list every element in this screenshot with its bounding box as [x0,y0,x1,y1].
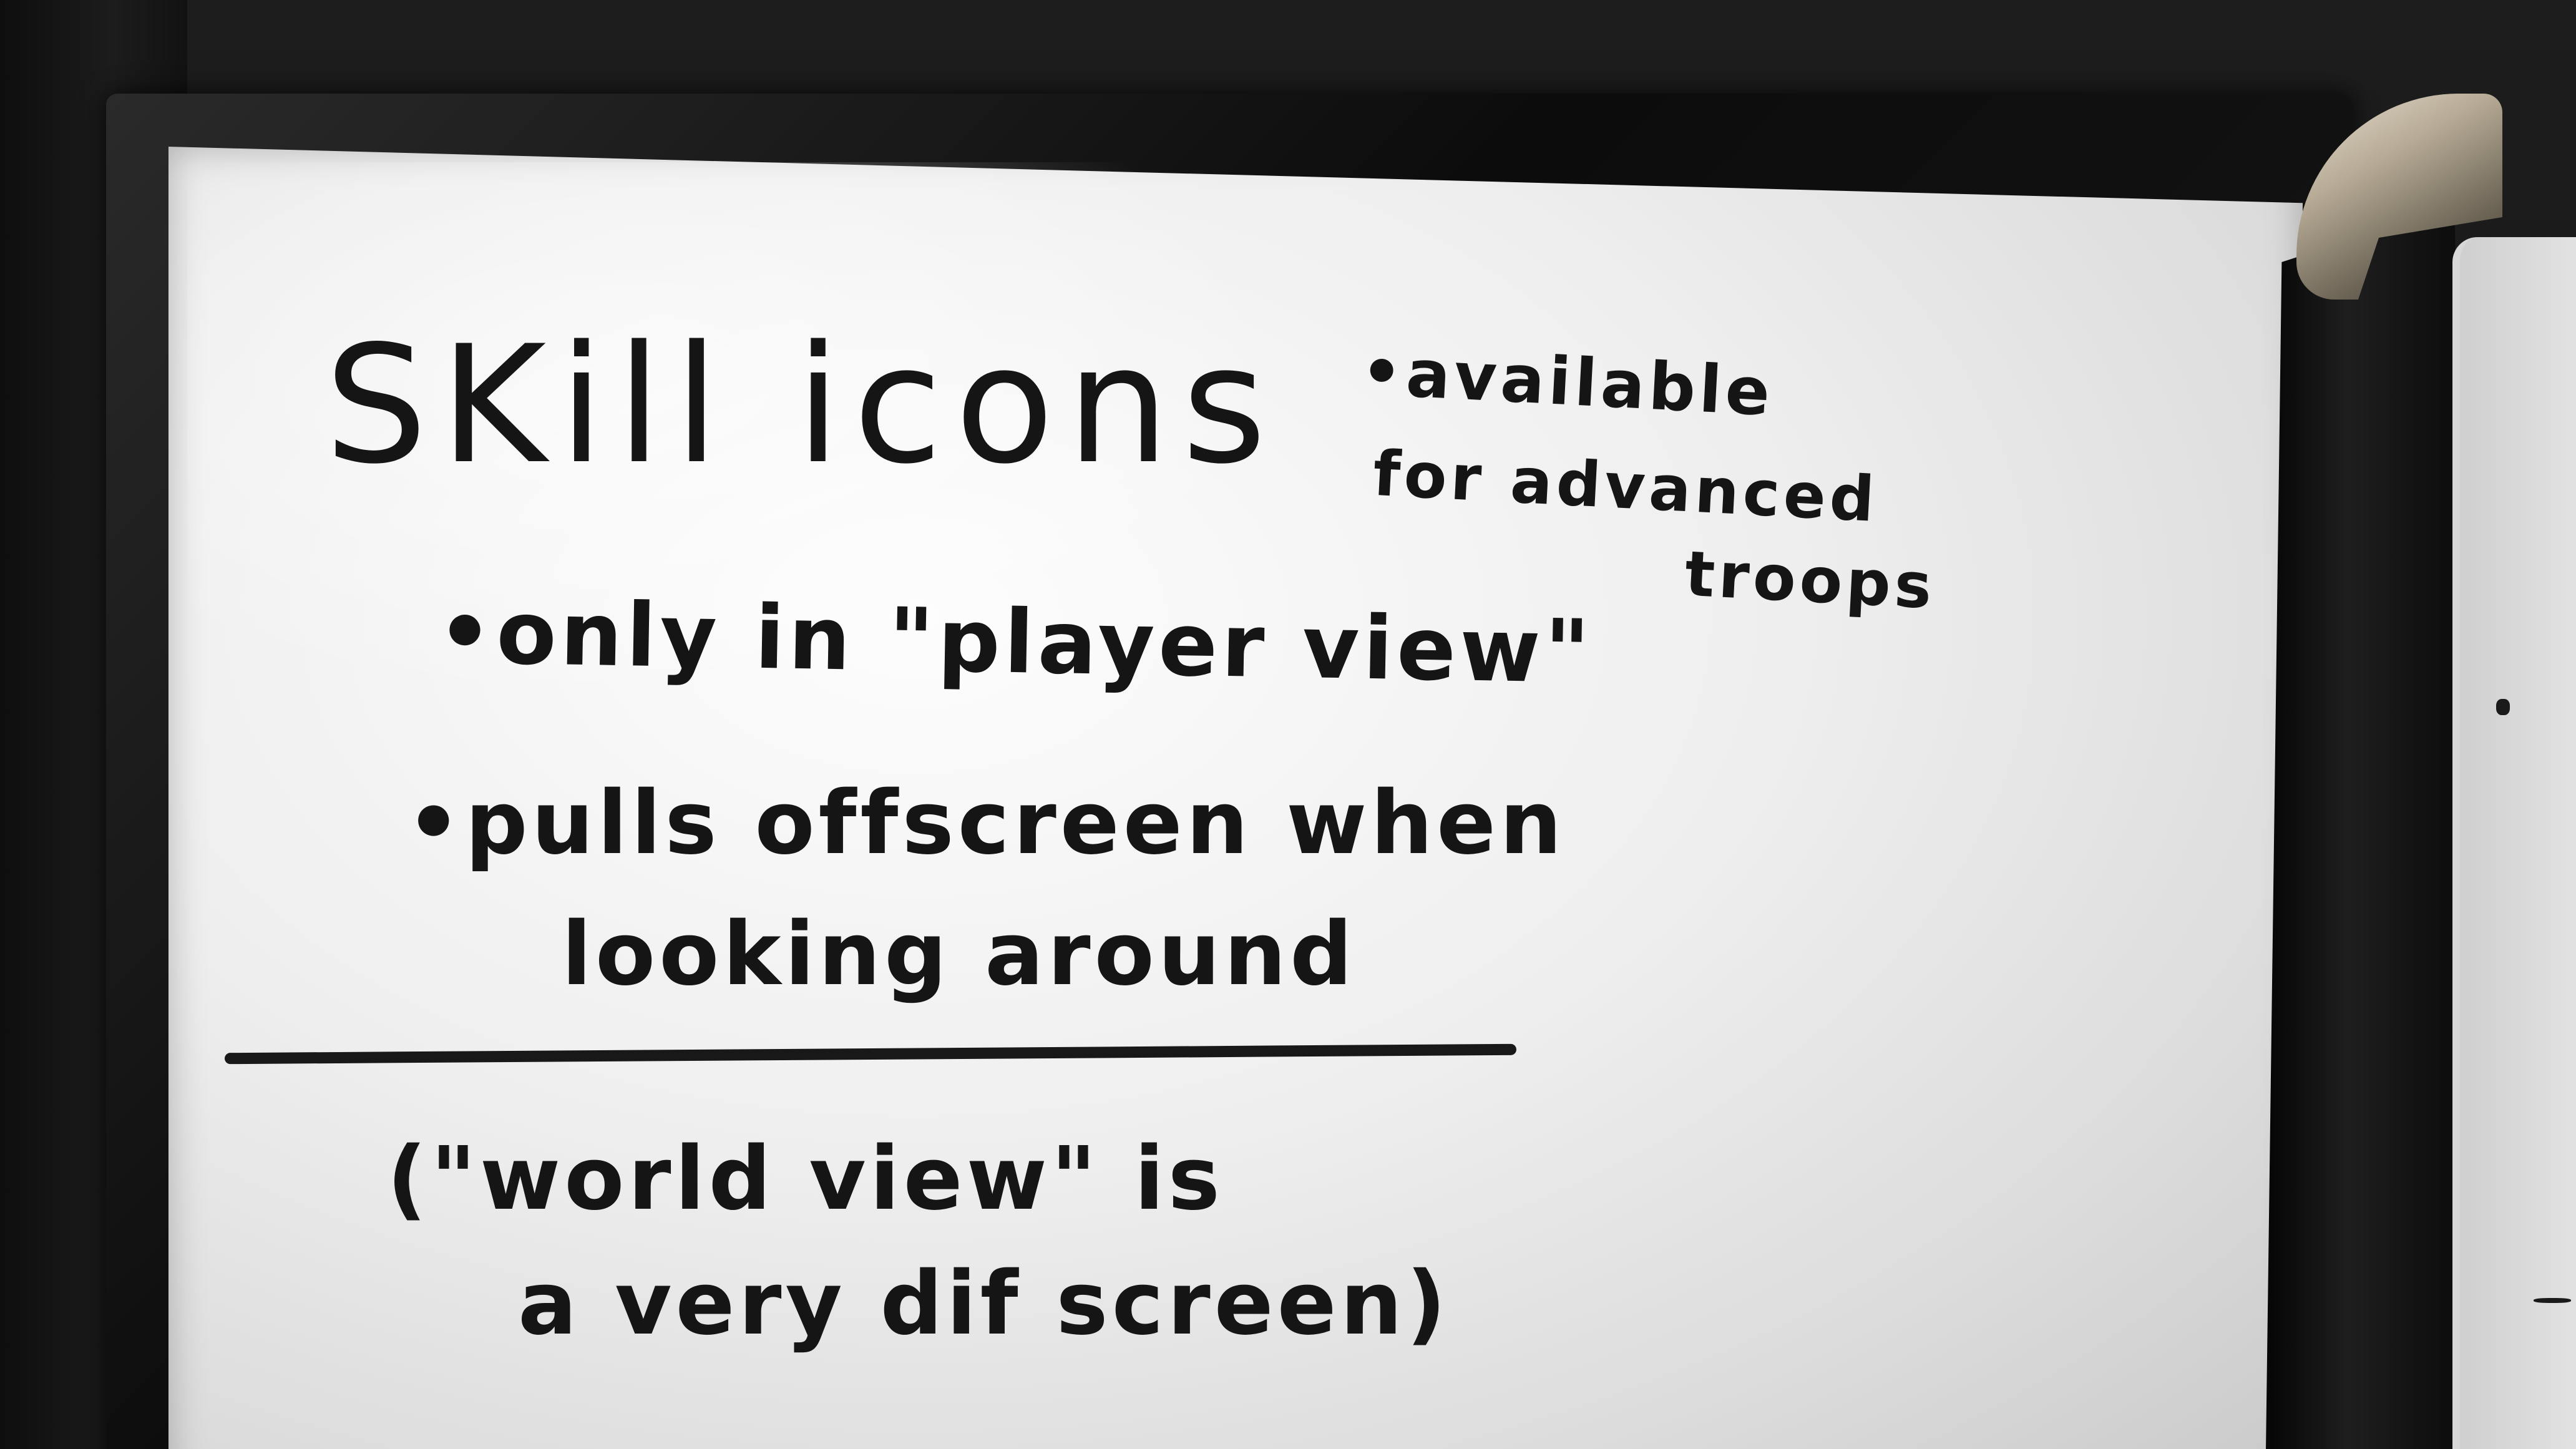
parenthetical-line-1: ("world view" is [387,1128,1224,1230]
photo-scene: SKill icons •available for advanced troo… [0,0,2576,1449]
marker-speck [2496,699,2510,715]
bullet-offscreen-line-1: •pulls offscreen when [406,773,1566,874]
note-title: SKill icons [324,311,1279,500]
marker-speck [2534,1298,2571,1303]
side-note-line-3: troops [1683,537,1938,623]
parenthetical-line-2: a very dif screen) [518,1253,1450,1355]
adjacent-whiteboard [2452,237,2576,1449]
whiteboard-frame-right-edge [2265,206,2471,1449]
bullet-player-view: •only in "player view" [436,581,1594,704]
bullet-offscreen-line-2: looking around [562,904,1357,1005]
